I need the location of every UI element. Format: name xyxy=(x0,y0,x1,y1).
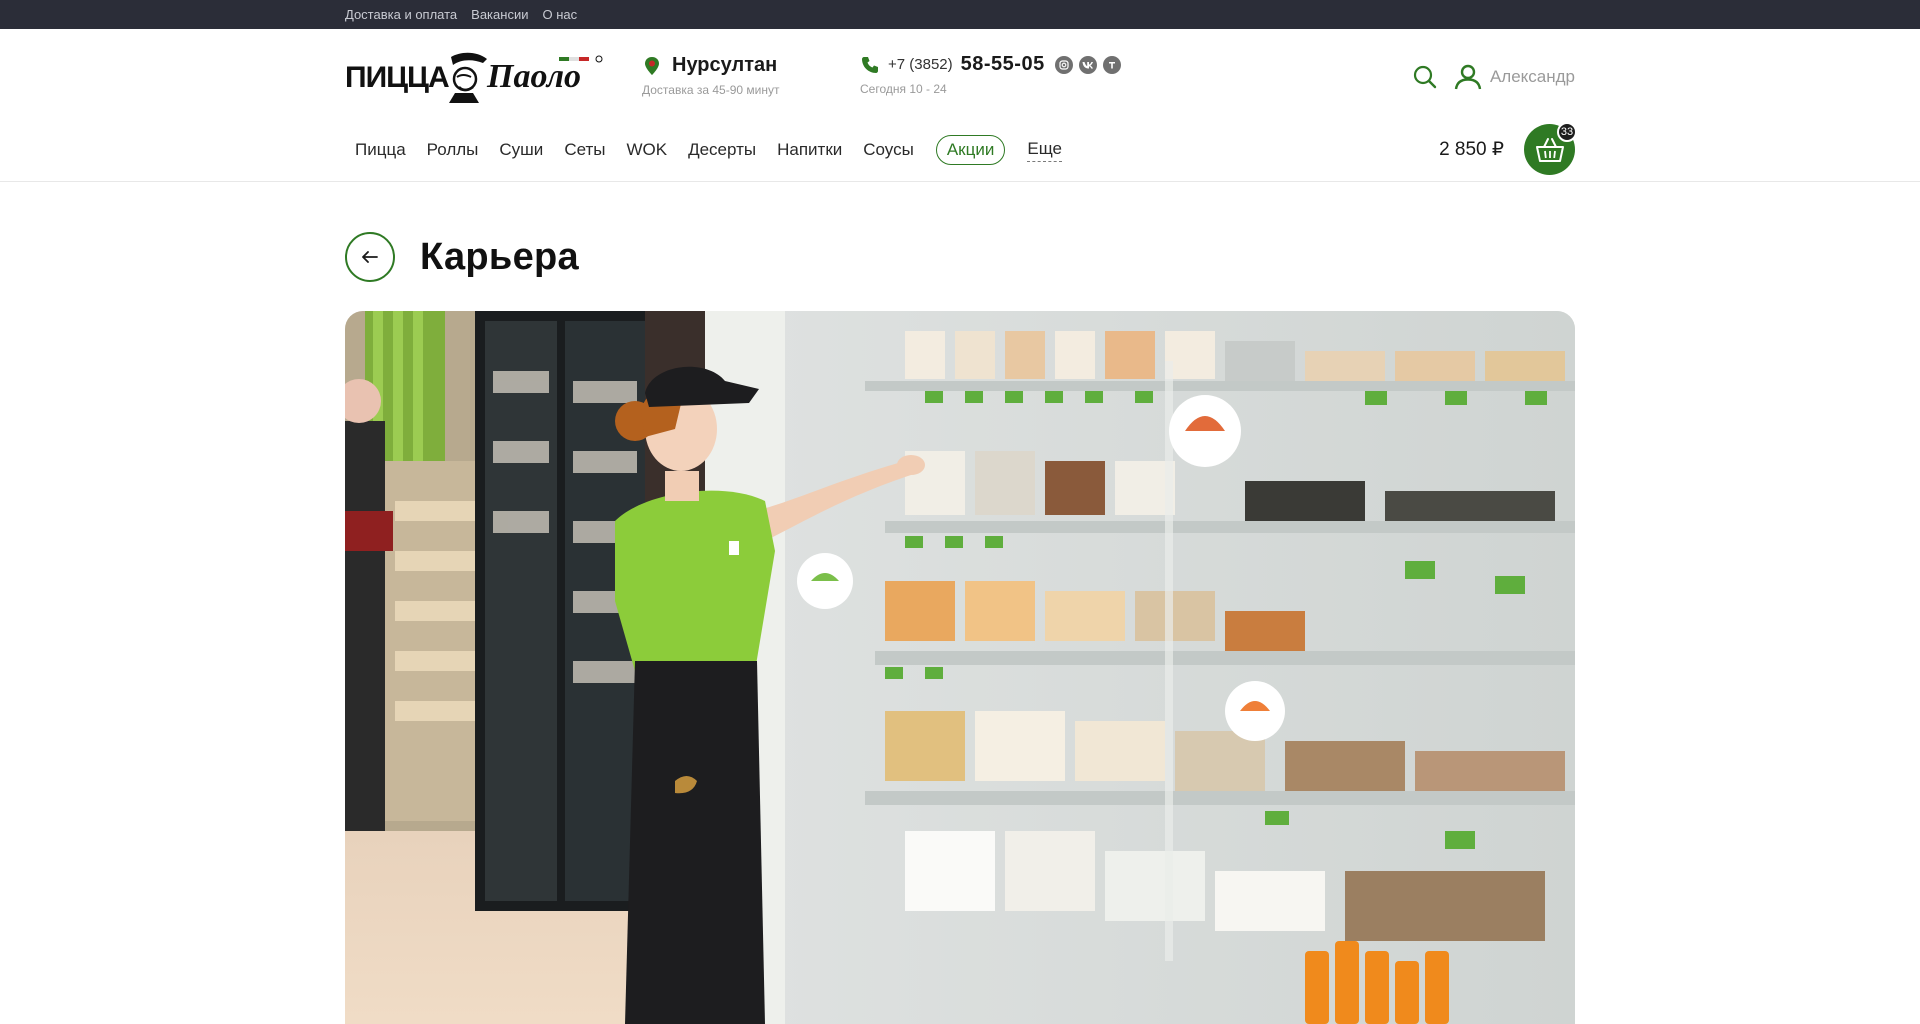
category-nav: Пицца Роллы Суши Сеты WOK Десерты Напитк… xyxy=(345,119,1577,181)
city-name: Нурсултан xyxy=(672,54,778,76)
search-icon[interactable] xyxy=(1412,64,1438,90)
user-icon xyxy=(1454,64,1482,90)
cart-count-badge: 33 xyxy=(1557,122,1577,142)
user-account[interactable]: Александр xyxy=(1454,63,1575,91)
nav-more-dropdown[interactable]: Еще xyxy=(1027,139,1062,162)
delivery-time: Доставка за 45-90 минут xyxy=(642,83,780,97)
top-bar: Доставка и оплата Вакансии О нас xyxy=(0,0,1920,29)
topbar-link-about[interactable]: О нас xyxy=(542,7,577,22)
header-tools: Александр xyxy=(1412,63,1575,91)
vk-icon[interactable] xyxy=(1078,55,1097,74)
site-header: ПИЦЦА Паоло Нурсултан Доставка за 45-90 … xyxy=(345,29,1575,119)
nav-item-wok[interactable]: WOK xyxy=(626,140,667,160)
cart: 2 850 ₽ 33 xyxy=(1439,122,1577,175)
city-selector[interactable]: Нурсултан Доставка за 45-90 минут xyxy=(642,54,779,97)
basket-icon xyxy=(1535,137,1564,162)
nav-item-drinks[interactable]: Напитки xyxy=(777,140,842,160)
location-pin-icon xyxy=(645,56,659,75)
site-logo[interactable]: ПИЦЦА Паоло xyxy=(345,49,607,103)
svg-text:ПИЦЦА: ПИЦЦА xyxy=(345,61,449,94)
phone-icon xyxy=(862,56,878,73)
cart-button[interactable]: 33 xyxy=(1524,122,1577,175)
nav-item-pizza[interactable]: Пицца xyxy=(355,140,406,160)
page-header: Карьера xyxy=(345,232,1575,282)
svg-text:Паоло: Паоло xyxy=(486,58,581,95)
page-title: Карьера xyxy=(420,235,579,278)
cart-total: 2 850 ₽ xyxy=(1439,139,1504,160)
user-name: Александр xyxy=(1489,67,1575,86)
tripadvisor-icon[interactable] xyxy=(1102,55,1121,74)
phone-number[interactable]: 58-55-05 xyxy=(961,53,1045,76)
back-button[interactable] xyxy=(345,232,395,282)
nav-item-rolls[interactable]: Роллы xyxy=(427,140,479,160)
nav-item-sets[interactable]: Сеты xyxy=(564,140,605,160)
phone-block: +7 (3852) 58-55-05 Сегодня 10 - 24 xyxy=(860,53,1121,96)
career-hero-image xyxy=(345,311,1575,1024)
topbar-link-delivery[interactable]: Доставка и оплата xyxy=(345,7,457,22)
working-hours: Сегодня 10 - 24 xyxy=(860,82,947,96)
instagram-icon[interactable] xyxy=(1054,55,1073,74)
nav-item-sushi[interactable]: Суши xyxy=(499,140,543,160)
nav-item-desserts[interactable]: Десерты xyxy=(688,140,756,160)
nav-item-promo[interactable]: Акции xyxy=(935,135,1006,165)
header-divider xyxy=(0,181,1920,182)
arrow-left-icon xyxy=(362,251,378,263)
social-links xyxy=(1054,55,1121,74)
nav-item-sauces[interactable]: Соусы xyxy=(863,140,914,160)
topbar-link-vacancies[interactable]: Вакансии xyxy=(471,7,528,22)
phone-prefix[interactable]: +7 (3852) xyxy=(888,56,953,73)
